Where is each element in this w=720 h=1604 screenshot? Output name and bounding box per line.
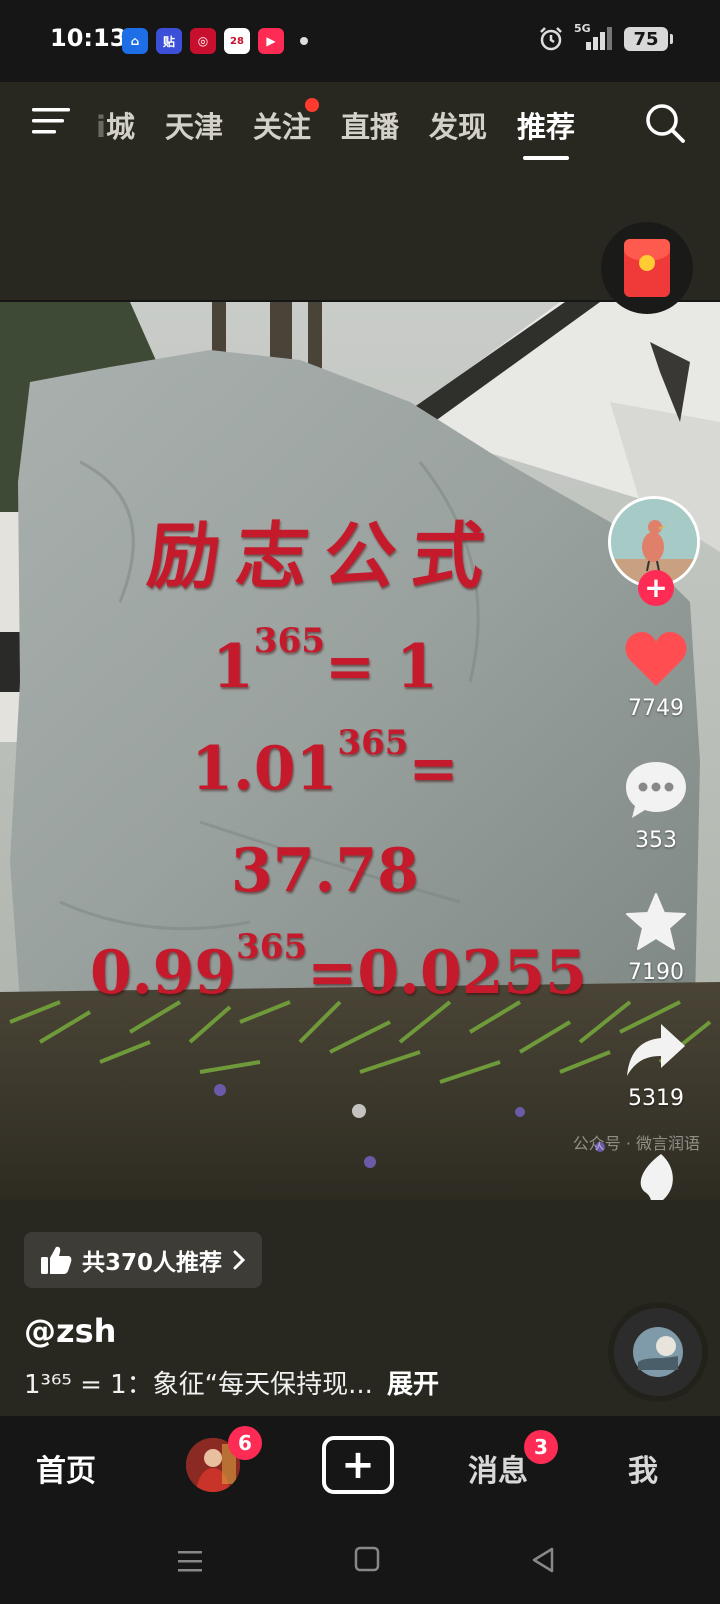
system-nav-bar	[0, 1518, 720, 1604]
share-arrow-icon	[627, 1024, 685, 1076]
like-count: 7749	[628, 696, 684, 721]
chevron-right-icon	[233, 1250, 246, 1270]
favorite-action[interactable]: 7190	[604, 892, 708, 985]
author-name[interactable]: @zsh	[24, 1312, 116, 1350]
bottom-tab-bar: 首页 6 + 消息 3 我	[0, 1416, 720, 1518]
tab-messages[interactable]: 消息	[468, 1446, 528, 1490]
favorite-count: 7190	[628, 960, 684, 985]
tab-me[interactable]: 我	[628, 1446, 658, 1490]
equation-2: 1.01365= 37.78	[191, 723, 459, 906]
watermark: 公众号 · 微言润语	[572, 1134, 700, 1153]
equation-3: 0.99365=0.0255	[90, 927, 588, 1008]
expand-button[interactable]: 展开	[387, 1370, 439, 1400]
tab-home[interactable]: 首页	[36, 1446, 96, 1490]
image-page-indicator	[352, 1104, 366, 1118]
video-caption[interactable]: 1³⁶⁵ = 1：象征“每天保持现... 展开	[24, 1364, 439, 1401]
bank-app-icon: ⌂	[122, 28, 148, 54]
tab-following[interactable]: 关注	[253, 98, 319, 146]
thumbs-up-icon	[41, 1246, 72, 1274]
status-time: 10:13	[50, 24, 127, 52]
recommend-text: 共370人推荐	[82, 1250, 223, 1276]
tab-tianjin[interactable]: 天津	[165, 104, 223, 146]
share-count: 5319	[628, 1086, 684, 1111]
back-icon[interactable]	[530, 1546, 556, 1574]
alarm-icon	[540, 27, 562, 51]
red-packet-button[interactable]	[601, 222, 693, 314]
tab-city[interactable]: i城	[96, 104, 135, 146]
recent-apps-icon[interactable]	[176, 1548, 204, 1574]
boc-app-icon: ◎	[190, 28, 216, 54]
status-bar: 10:13 ⌂ 贴 ◎ 28 ▶ 5G 75	[0, 0, 720, 82]
stone-inscription: 励志公式 1365= 1 1.01365= 37.78 0.99365=0.02…	[90, 497, 588, 1024]
comment-count: 353	[635, 828, 677, 853]
recommend-pill[interactable]: 共370人推荐	[24, 1232, 263, 1288]
comment-icon	[626, 762, 686, 818]
channel-tabs: i城 天津 关注 直播 发现 推荐	[96, 98, 575, 160]
notification-icons: ⌂ 贴 ◎ 28 ▶	[122, 28, 308, 54]
battery-indicator: 75	[624, 27, 673, 51]
tab-live[interactable]: 直播	[341, 104, 399, 146]
tab-recommend[interactable]: 推荐	[517, 104, 575, 160]
heart-icon	[625, 632, 687, 686]
calendar-app-icon: 28	[224, 28, 250, 54]
follow-button[interactable]: +	[638, 570, 674, 606]
tieba-app-icon: 贴	[156, 28, 182, 54]
following-badge	[305, 98, 319, 112]
equation-1: 1365= 1	[212, 621, 438, 702]
messages-badge: 3	[524, 1430, 558, 1464]
menu-icon[interactable]	[32, 106, 72, 136]
more-notifications-dot	[300, 37, 308, 45]
like-action[interactable]: 7749	[604, 630, 708, 721]
tab-discover[interactable]: 发现	[429, 104, 487, 146]
signal-icon: 5G	[574, 22, 614, 52]
create-post-button[interactable]: +	[322, 1436, 394, 1494]
music-disc[interactable]	[614, 1308, 702, 1396]
video-app-icon: ▶	[258, 28, 284, 54]
comment-action[interactable]: 353	[604, 760, 708, 853]
share-action[interactable]: 5319	[604, 1022, 708, 1111]
star-icon	[626, 893, 686, 950]
home-square-icon[interactable]	[354, 1546, 380, 1572]
search-icon[interactable]	[644, 102, 686, 144]
stone-title: 励志公式	[143, 513, 505, 598]
red-packet-icon	[624, 239, 670, 297]
video-info: 共370人推荐 @zsh 1³⁶⁵ = 1：象征“每天保持现... 展开	[0, 1200, 720, 1416]
friends-badge: 6	[228, 1426, 262, 1460]
music-cover-image	[633, 1327, 683, 1377]
